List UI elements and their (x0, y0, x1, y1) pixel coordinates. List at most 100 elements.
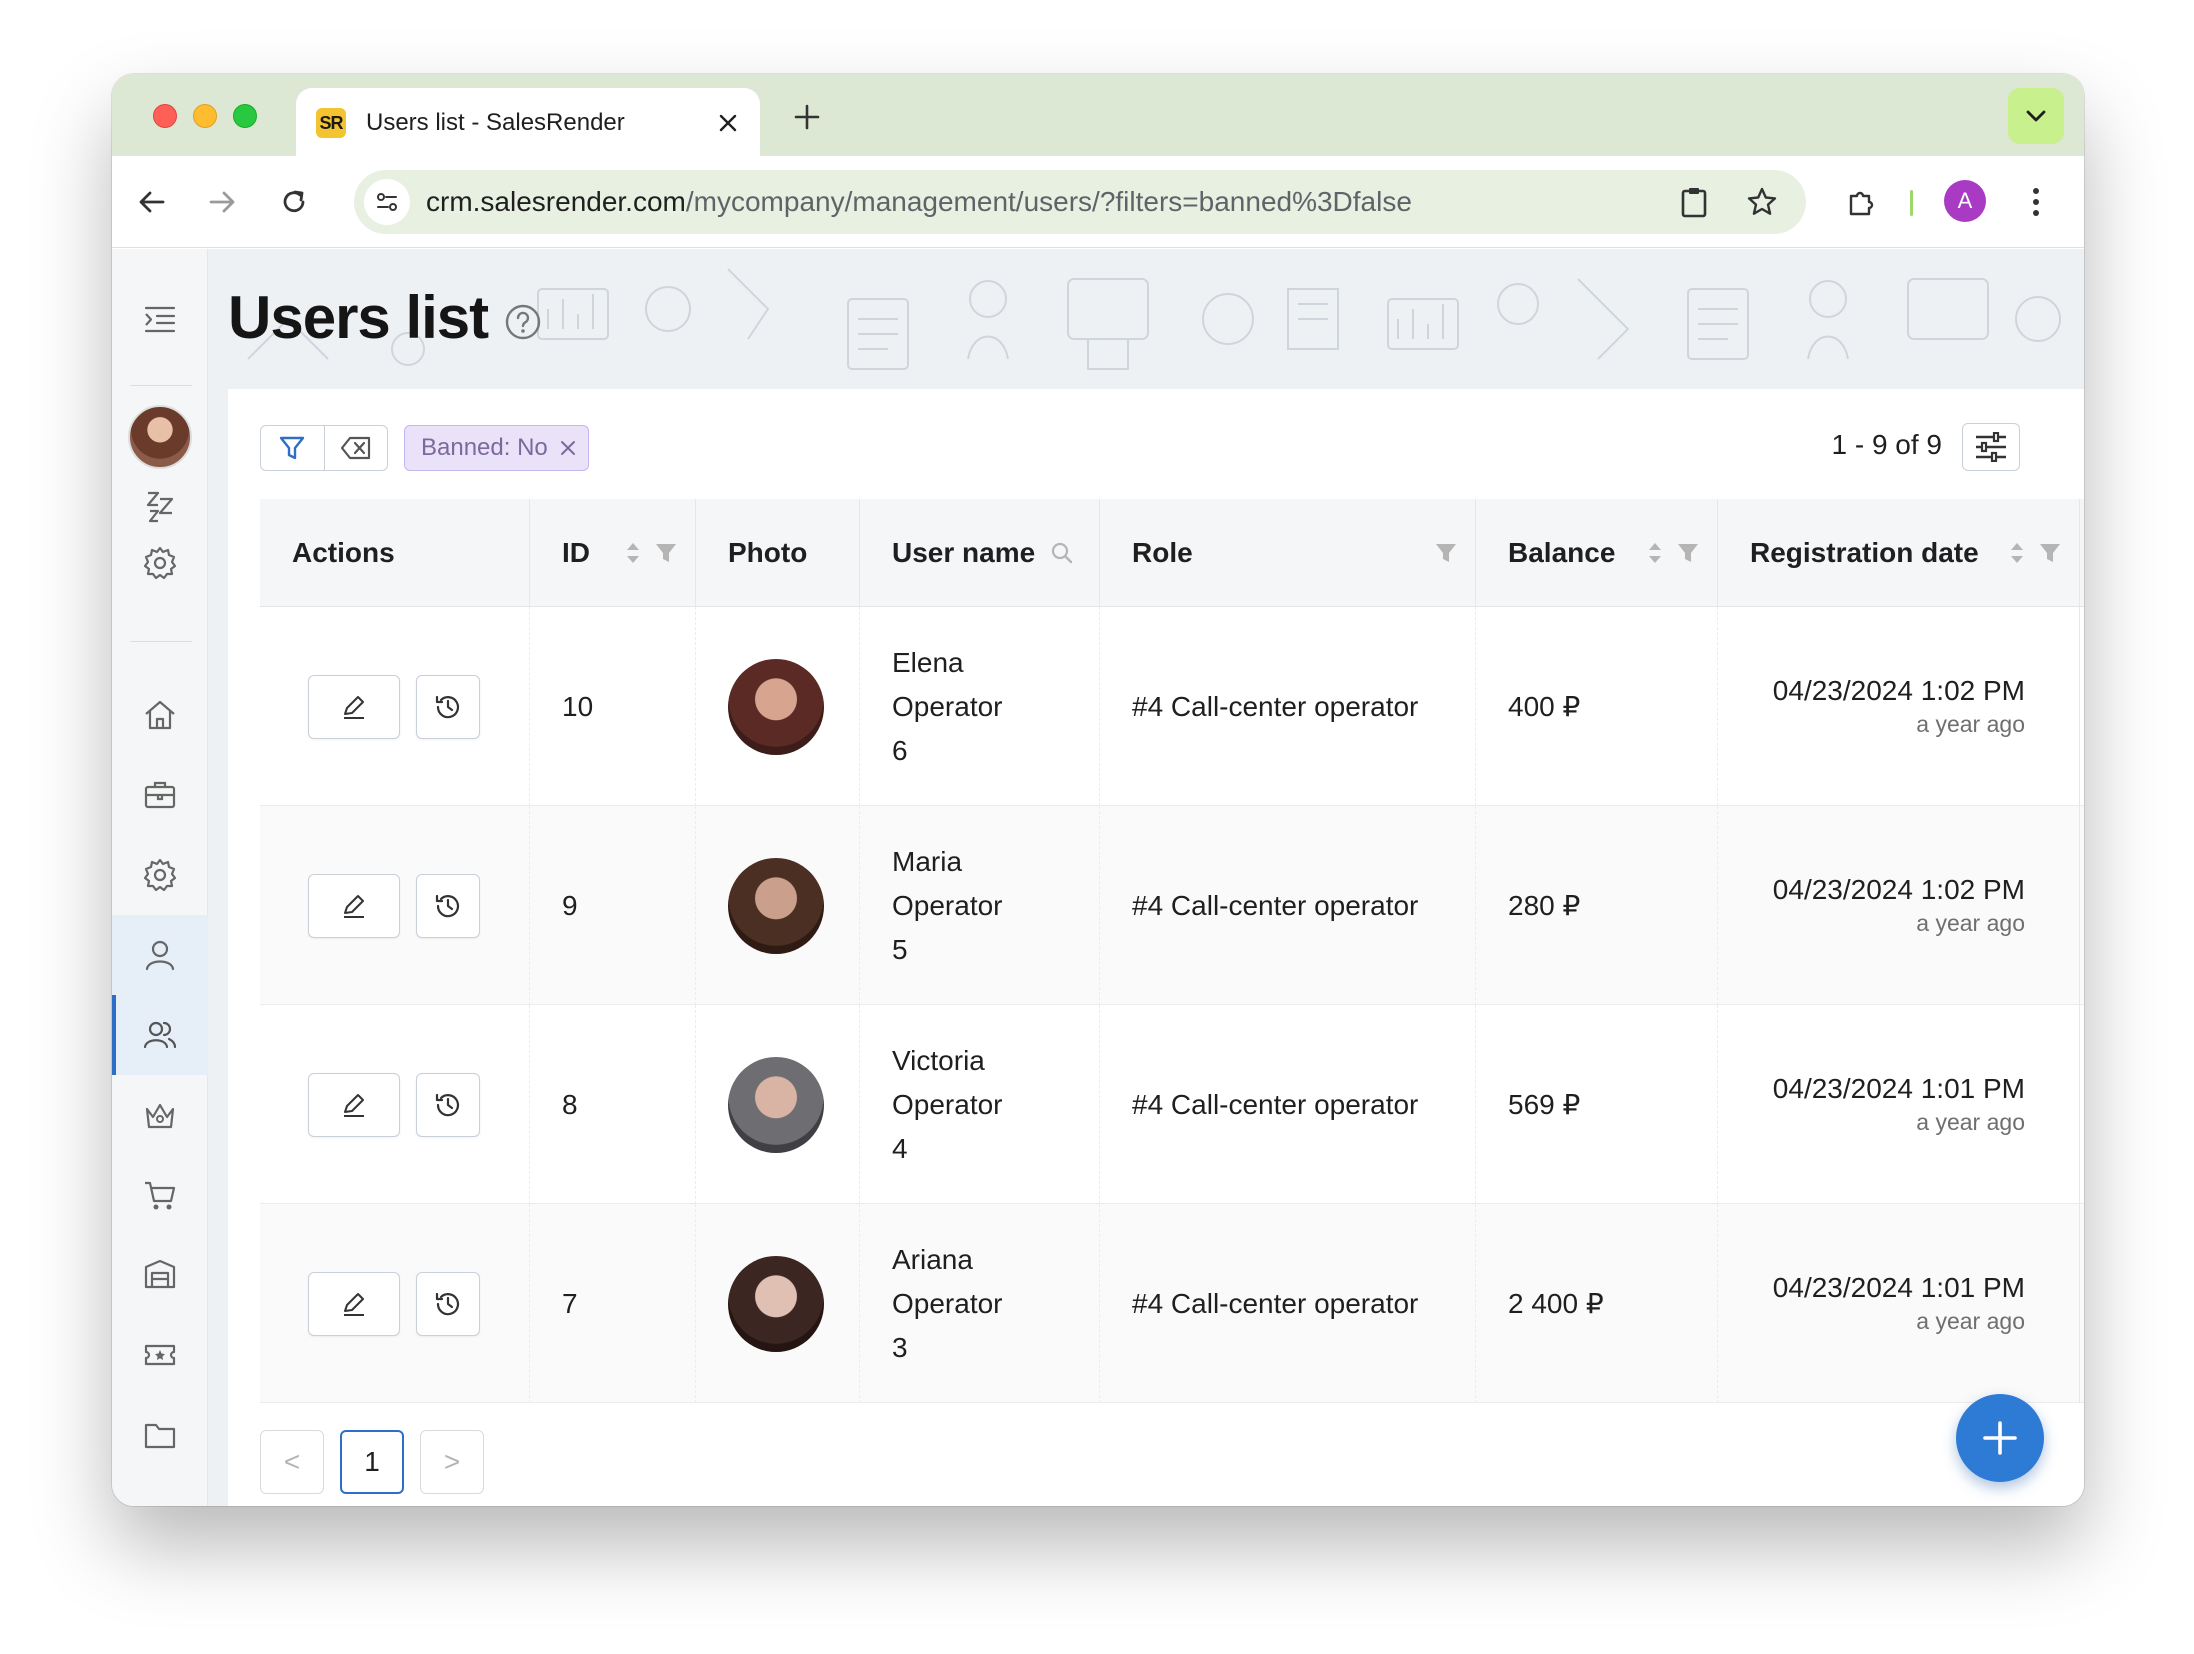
column-filter-icon[interactable] (1677, 542, 1699, 564)
edit-button[interactable] (308, 674, 400, 739)
user-first-name: Ariana (892, 1243, 973, 1275)
sidebar-item-settings-2[interactable] (112, 835, 208, 915)
extensions-button[interactable] (1838, 178, 1886, 226)
close-icon[interactable] (560, 440, 576, 456)
user-name-number: 6 (892, 734, 908, 766)
sidebar-item-briefcase[interactable] (112, 755, 208, 835)
user-last-name: Operator (892, 1088, 1003, 1120)
forward-button[interactable] (198, 178, 246, 226)
column-settings-button[interactable] (1962, 423, 2020, 471)
registration-date: 04/23/2024 1:01 PM a year ago (1718, 1005, 2080, 1204)
column-header-balance[interactable]: Balance (1476, 499, 1718, 607)
next-page-label: > (443, 1446, 461, 1477)
minimize-window-button[interactable] (193, 104, 217, 128)
clock-icon (435, 695, 460, 718)
photo-cell (696, 1005, 860, 1204)
history-button[interactable] (416, 873, 480, 938)
search-icon[interactable] (1051, 542, 1073, 564)
page-title: Users list (228, 284, 489, 351)
sidebar (112, 249, 208, 1506)
user-photo[interactable] (728, 857, 824, 954)
column-label: Role (1132, 537, 1193, 568)
sort-icon[interactable] (2009, 539, 2025, 567)
user-name-number: 4 (892, 1132, 908, 1164)
row-actions (260, 1204, 530, 1403)
user-name: Maria Operator 5 (860, 806, 1100, 1005)
column-header-role[interactable]: Role (1100, 499, 1476, 607)
address-bar[interactable]: crm.salesrender.com/mycompany/management… (354, 170, 1806, 234)
column-header-username[interactable]: User name (860, 499, 1100, 607)
sidebar-item-warehouse[interactable] (112, 1235, 208, 1315)
edit-button[interactable] (308, 1072, 400, 1137)
user-id: 7 (530, 1204, 696, 1403)
sidebar-item-cart[interactable] (112, 1155, 208, 1235)
bookmark-button[interactable] (1738, 178, 1786, 226)
table-row: 7 Ariana Operator 3 #4 Call-center operato… (260, 1204, 2084, 1403)
history-button[interactable] (416, 674, 480, 739)
registration-date: 04/23/2024 1:02 PM a year ago (1718, 607, 2080, 806)
tab-search-button[interactable] (2008, 88, 2064, 144)
column-filter-icon[interactable] (1435, 542, 1457, 564)
extensions-icon (1849, 191, 1874, 216)
user-photo[interactable] (728, 1255, 824, 1352)
browser-menu-button[interactable] (2012, 178, 2060, 226)
history-button[interactable] (416, 1072, 480, 1137)
close-window-button[interactable] (153, 104, 177, 128)
filter-button[interactable] (261, 426, 324, 470)
history-button[interactable] (416, 1271, 480, 1336)
clear-filters-button[interactable] (323, 426, 387, 470)
user-name: Victoria Operator 4 (860, 1005, 1100, 1204)
user-avatar[interactable] (128, 405, 192, 469)
user-name-number: 5 (892, 933, 908, 965)
photo-cell (696, 607, 860, 806)
reload-button[interactable] (270, 178, 318, 226)
back-button[interactable] (128, 178, 176, 226)
registration-datetime: 04/23/2024 1:01 PM (1772, 1073, 2025, 1104)
sidebar-item-users[interactable] (112, 995, 208, 1075)
user-name: Elena Operator 6 (860, 607, 1100, 806)
sort-icon[interactable] (1647, 539, 1663, 567)
plus-icon (1983, 1421, 2017, 1455)
table-header: Actions ID Photo User name Role Balance … (260, 499, 2084, 607)
profile-avatar[interactable]: A (1944, 180, 1986, 222)
column-label: User name (892, 537, 1036, 568)
new-tab-button[interactable] (782, 92, 832, 142)
filter-chip[interactable]: Banned: No (404, 425, 589, 471)
pencil-icon (344, 1093, 364, 1117)
forward-icon (209, 191, 235, 213)
page-number-button[interactable]: 1 (340, 1430, 404, 1494)
active-tab[interactable]: SR Users list - SalesRender (296, 88, 760, 158)
sidebar-item-settings[interactable] (112, 523, 208, 603)
edit-button[interactable] (308, 1271, 400, 1336)
sort-icon[interactable] (625, 539, 641, 567)
sidebar-menu-toggle[interactable] (112, 279, 208, 359)
sidebar-item-folder[interactable] (112, 1395, 208, 1475)
column-filter-icon[interactable] (2039, 542, 2061, 564)
relative-time: a year ago (1916, 1109, 2025, 1135)
user-photo[interactable] (728, 658, 824, 755)
user-balance: 400 ₽ (1476, 607, 1718, 806)
menu-indent-icon (144, 306, 176, 333)
maximize-window-button[interactable] (233, 104, 257, 128)
sidebar-item-crown[interactable] (112, 1075, 208, 1155)
column-header-id[interactable]: ID (530, 499, 696, 607)
add-user-button[interactable] (1956, 1394, 2044, 1482)
column-filter-icon[interactable] (655, 542, 677, 564)
help-icon[interactable] (504, 303, 542, 341)
table-body: 10 Elena Operator 6 #4 Call-center operato… (260, 607, 2084, 1403)
warehouse-icon (144, 1259, 176, 1289)
next-page-button[interactable]: > (420, 1430, 484, 1494)
prev-page-button[interactable]: < (260, 1430, 324, 1494)
site-info-button[interactable] (364, 179, 410, 225)
column-header-registration-date[interactable]: Registration date (1718, 499, 2080, 607)
sidebar-item-home[interactable] (112, 675, 208, 755)
url-path: /mycompany/management/users/?filters=ban… (685, 186, 1412, 217)
clipboard-button[interactable] (1670, 178, 1718, 226)
prev-page-label: < (283, 1446, 301, 1477)
close-tab-button[interactable] (710, 105, 746, 141)
sidebar-item-ticket[interactable] (112, 1315, 208, 1395)
sidebar-item-user[interactable] (112, 915, 208, 995)
user-photo[interactable] (728, 1056, 824, 1153)
edit-button[interactable] (308, 873, 400, 938)
users-table: Actions ID Photo User name Role Balance … (260, 499, 2084, 1403)
